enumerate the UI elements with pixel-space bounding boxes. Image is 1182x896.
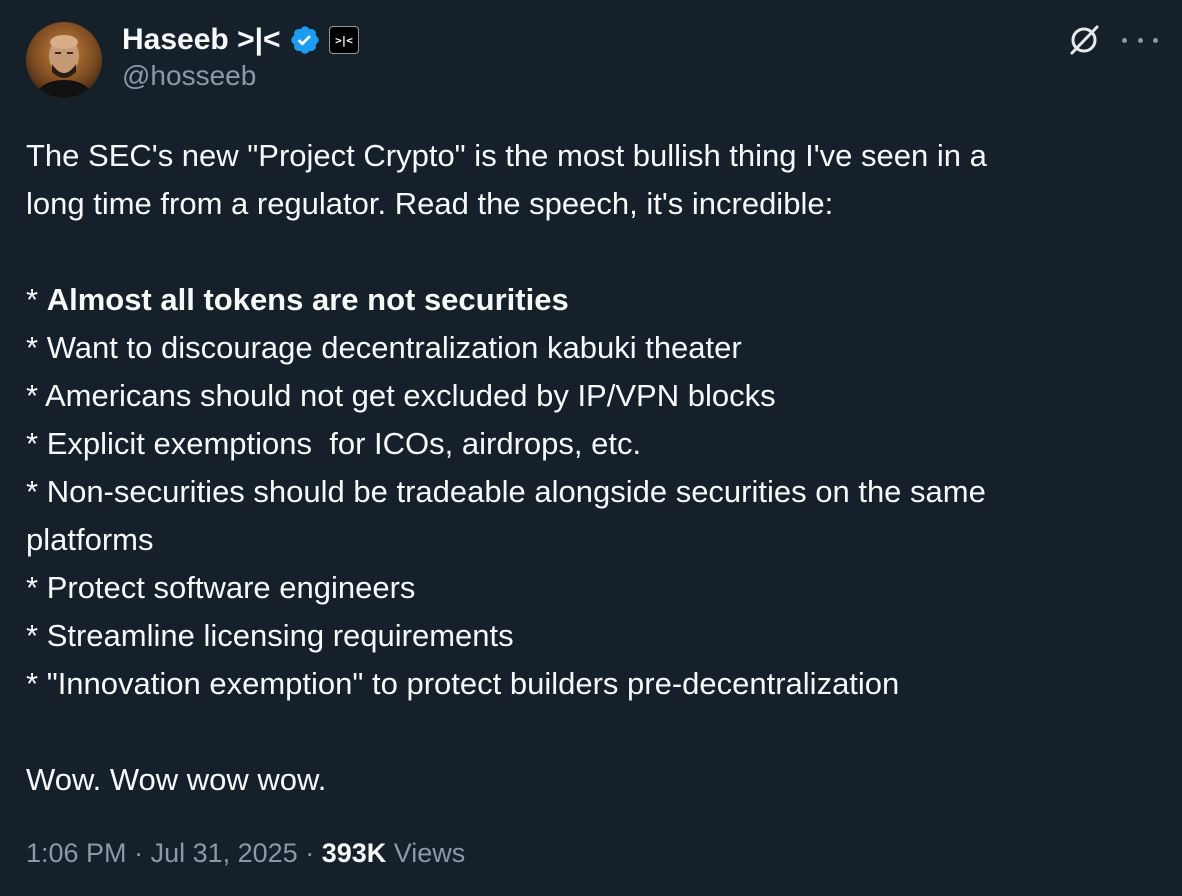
bullet-text: platforms [26,522,154,557]
tweet-outro: Wow. Wow wow wow. [26,762,327,797]
views-count[interactable]: 393K [322,838,387,868]
tweet-line: The SEC's new "Project Crypto" is the mo… [26,138,987,173]
author-handle[interactable]: @hosseeb [122,60,256,92]
more-options-icon[interactable] [1122,26,1158,54]
tweet-line: long time from a regulator. Read the spe… [26,186,834,221]
bullet-continuation: platforms [26,516,1156,564]
bullet-text: Explicit exemptions for ICOs, airdrops, … [46,426,642,461]
bullet-text: Streamline licensing requirements [46,618,514,653]
bullet-text: Non-securities should be tradeable along… [46,474,986,509]
bullet-item: * Want to discourage decentralization ka… [26,324,1156,372]
more-dot [1137,37,1143,43]
bullet-prefix: * [26,426,47,461]
bullet-prefix: * [26,474,47,509]
author-name-row: Haseeb >|< >|< [122,20,359,60]
bullet-item: * Americans should not get excluded by I… [26,372,1156,420]
avatar-image [26,22,102,98]
tweet-time[interactable]: 1:06 PM [26,838,127,868]
bullet-text: Americans should not get excluded by IP/… [44,378,776,413]
avatar[interactable] [26,22,102,98]
bullet-text: Protect software engineers [46,570,416,605]
bullet-item: * Streamline licensing requirements [26,612,1156,660]
affiliation-badge[interactable]: >|< [328,26,359,54]
bullet-prefix: * [26,618,47,653]
meta-separator: · [297,838,322,868]
tweet-text: The SEC's new "Project Crypto" is the mo… [26,132,1156,804]
meta-separator: · [126,838,151,868]
bullet-item: * Protect software engineers [26,564,1156,612]
bullet-prefix: * [26,282,47,317]
tweet-meta: 1:06 PM · Jul 31, 2025 · 393K Views [26,838,465,869]
bullet-text: Want to discourage decentralization kabu… [46,330,742,365]
verified-badge-icon[interactable] [289,24,321,56]
bullet-item: * Non-securities should be tradeable alo… [26,468,1156,516]
bullet-prefix: * [26,666,47,701]
tweet-card: Haseeb >|< >|< @hosseeb The SEC's new "P… [0,0,1182,896]
grok-icon[interactable] [1066,22,1102,58]
tweet-date[interactable]: Jul 31, 2025 [151,838,298,868]
bullet-item: * Almost all tokens are not securities [26,276,1156,324]
views-label: Views [386,838,466,868]
bullet-text: "Innovation exemption" to protect builde… [46,666,900,701]
bullet-prefix: * [26,570,47,605]
bullet-prefix: * [26,378,45,413]
author-display-name[interactable]: Haseeb >|< [122,23,281,57]
more-dot [1153,37,1158,43]
bullet-item: * "Innovation exemption" to protect buil… [26,660,1156,708]
more-dot [1122,37,1127,43]
bullet-item: * Explicit exemptions for ICOs, airdrops… [26,420,1156,468]
bullet-text: Almost all tokens are not securities [46,282,569,317]
bullet-prefix: * [26,330,47,365]
